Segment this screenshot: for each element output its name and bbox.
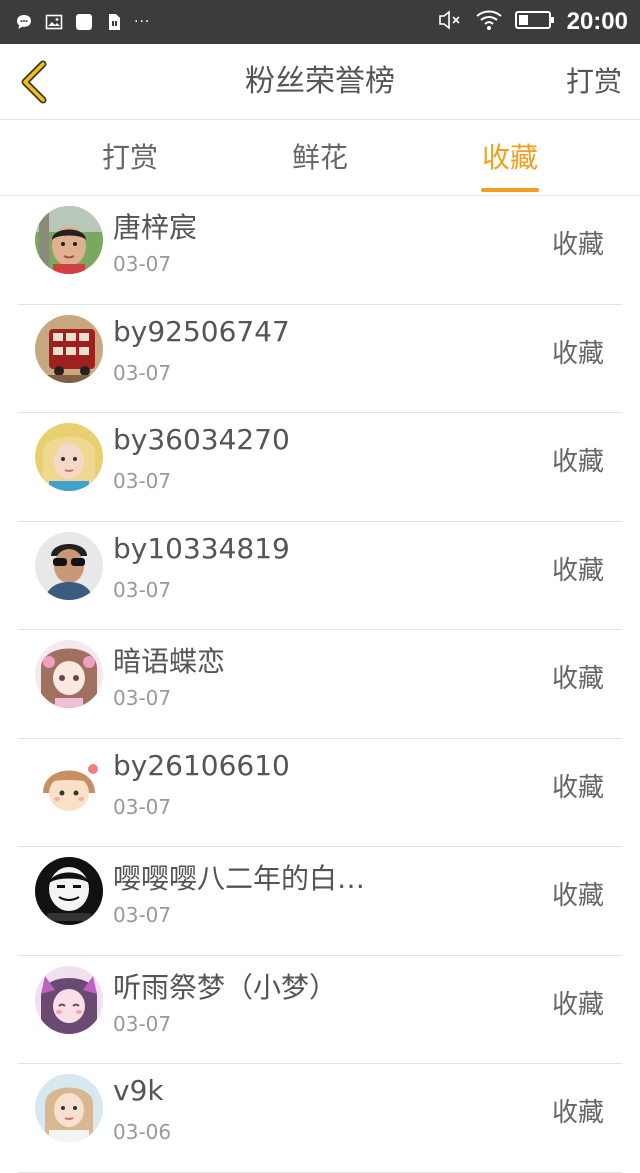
tab-label: 鲜花 xyxy=(291,141,348,174)
fan-list: 唐梓宸 03-07 收藏 by92506747 03-07 收藏 by36034… xyxy=(0,196,640,1173)
tab-label: 打赏 xyxy=(101,141,158,174)
avatar xyxy=(35,1074,103,1142)
fan-name: 嘤嘤嘤八二年的白… xyxy=(113,862,366,895)
title-bar: 粉丝荣誉榜 打赏 xyxy=(0,44,640,120)
notification-icons: ··· xyxy=(14,11,150,33)
list-item[interactable]: 听雨祭梦（小梦） 03-07 收藏 xyxy=(18,956,622,1064)
fan-action-label: 收藏 xyxy=(551,989,604,1020)
chat-bubble-icon xyxy=(14,12,34,32)
fan-name: 听雨祭梦（小梦） xyxy=(113,970,338,1004)
clock: 20:00 xyxy=(566,8,628,35)
fan-date: 03-07 xyxy=(113,903,172,927)
fan-action-label: 收藏 xyxy=(551,772,604,803)
status-bar: ··· 20:00 xyxy=(0,0,640,44)
reward-button[interactable]: 打赏 xyxy=(566,44,622,120)
fan-action-label: 收藏 xyxy=(551,338,604,369)
tab-label: 收藏 xyxy=(481,141,538,174)
sim-card-icon xyxy=(104,12,124,32)
battery-icon xyxy=(514,9,555,35)
avatar xyxy=(35,531,103,600)
avatar xyxy=(35,640,103,708)
fan-name: 唐梓宸 xyxy=(113,211,198,244)
fan-name: by92506747 xyxy=(113,314,290,348)
tab-bar: 打赏 鲜花 收藏 xyxy=(0,120,640,196)
fan-date: 03-07 xyxy=(113,469,172,493)
fan-date: 03-07 xyxy=(113,577,172,602)
avatar xyxy=(35,748,103,817)
list-item[interactable]: by92506747 03-07 收藏 xyxy=(18,305,622,413)
fan-action-label: 收藏 xyxy=(551,881,604,911)
fan-action-label: 收藏 xyxy=(551,1098,604,1128)
more-notifications-icon: ··· xyxy=(134,14,151,30)
avatar xyxy=(35,965,103,1034)
fan-action-label: 收藏 xyxy=(551,555,604,586)
fan-name: 暗语蝶恋 xyxy=(113,645,226,678)
wifi-icon xyxy=(475,8,503,36)
list-item[interactable]: v9k 03-06 收藏 xyxy=(18,1064,622,1173)
list-item[interactable]: by36034270 03-07 收藏 xyxy=(18,413,622,522)
list-item[interactable]: 嘤嘤嘤八二年的白… 03-07 收藏 xyxy=(18,847,622,956)
avatar xyxy=(35,423,103,491)
fan-date: 03-07 xyxy=(113,252,172,276)
active-tab-indicator xyxy=(481,188,539,192)
tab-reward[interactable]: 打赏 xyxy=(70,120,190,196)
white-square-icon xyxy=(74,12,94,32)
avatar xyxy=(35,206,103,274)
fan-name: by10334819 xyxy=(113,531,290,565)
list-item[interactable]: 唐梓宸 03-07 收藏 xyxy=(18,196,622,305)
mute-icon xyxy=(437,8,463,36)
list-item[interactable]: 暗语蝶恋 03-07 收藏 xyxy=(18,630,622,739)
fan-date: 03-07 xyxy=(113,1011,172,1036)
fan-date: 03-07 xyxy=(113,794,172,819)
list-item[interactable]: by10334819 03-07 收藏 xyxy=(18,522,622,630)
fan-name: by36034270 xyxy=(113,423,290,456)
fan-date: 03-07 xyxy=(113,360,172,385)
fan-name: v9k xyxy=(113,1074,164,1107)
avatar xyxy=(35,314,103,383)
list-item[interactable]: by26106610 03-07 收藏 xyxy=(18,739,622,847)
system-icons: 20:00 xyxy=(437,8,628,36)
avatar xyxy=(35,857,103,925)
fan-date: 03-07 xyxy=(113,686,172,710)
fan-action-label: 收藏 xyxy=(551,447,604,477)
tab-favorites[interactable]: 收藏 xyxy=(450,120,570,196)
page-title: 粉丝荣誉榜 xyxy=(245,64,395,99)
fan-action-label: 收藏 xyxy=(551,230,604,260)
fan-action-label: 收藏 xyxy=(551,664,604,694)
fan-date: 03-06 xyxy=(113,1120,172,1144)
image-icon xyxy=(44,12,64,32)
tab-flowers[interactable]: 鲜花 xyxy=(260,120,380,196)
fan-name: by26106610 xyxy=(113,748,290,782)
